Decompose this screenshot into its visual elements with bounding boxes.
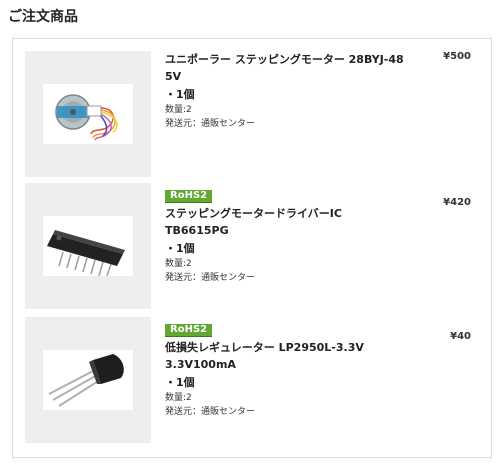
order-items-panel: ユニポーラー ステッピングモーター 28BYJ-48 5V ・1個 数量:2 発…	[12, 38, 492, 458]
product-image[interactable]	[25, 51, 151, 177]
ship-from-text: 発送元：通販センター	[165, 407, 256, 417]
unit-label: ・1個	[165, 376, 195, 389]
product-name-link[interactable]: ユニポーラー ステッピングモーター 28BYJ-48 5V	[165, 51, 405, 85]
quantity-text: 数量:2	[165, 393, 192, 403]
dip-ic-icon	[43, 216, 133, 277]
product-image[interactable]	[25, 317, 151, 443]
price: ¥40	[450, 331, 471, 342]
price: ¥500	[443, 51, 471, 62]
product-name-link[interactable]: 低損失レギュレーター LP2950L-3.3V 3.3V100mA	[165, 339, 405, 373]
unit-label: ・1個	[165, 242, 195, 255]
product-image[interactable]	[25, 183, 151, 309]
rohs2-badge: RoHS2	[165, 324, 213, 337]
quantity-text: 数量:2	[165, 105, 192, 115]
quantity-text: 数量:2	[165, 259, 192, 269]
ship-from-text: 発送元：通販センター	[165, 273, 256, 283]
ship-from-text: 発送元：通販センター	[165, 119, 256, 129]
page-title: ご注文商品	[8, 9, 78, 25]
price: ¥420	[443, 197, 471, 208]
product-name-link[interactable]: ステッピングモータードライバーIC TB6615PG	[165, 205, 405, 239]
unit-label: ・1個	[165, 88, 195, 101]
to92-regulator-icon	[43, 350, 133, 410]
rohs2-badge: RoHS2	[165, 190, 213, 203]
stepper-motor-icon	[43, 84, 133, 144]
